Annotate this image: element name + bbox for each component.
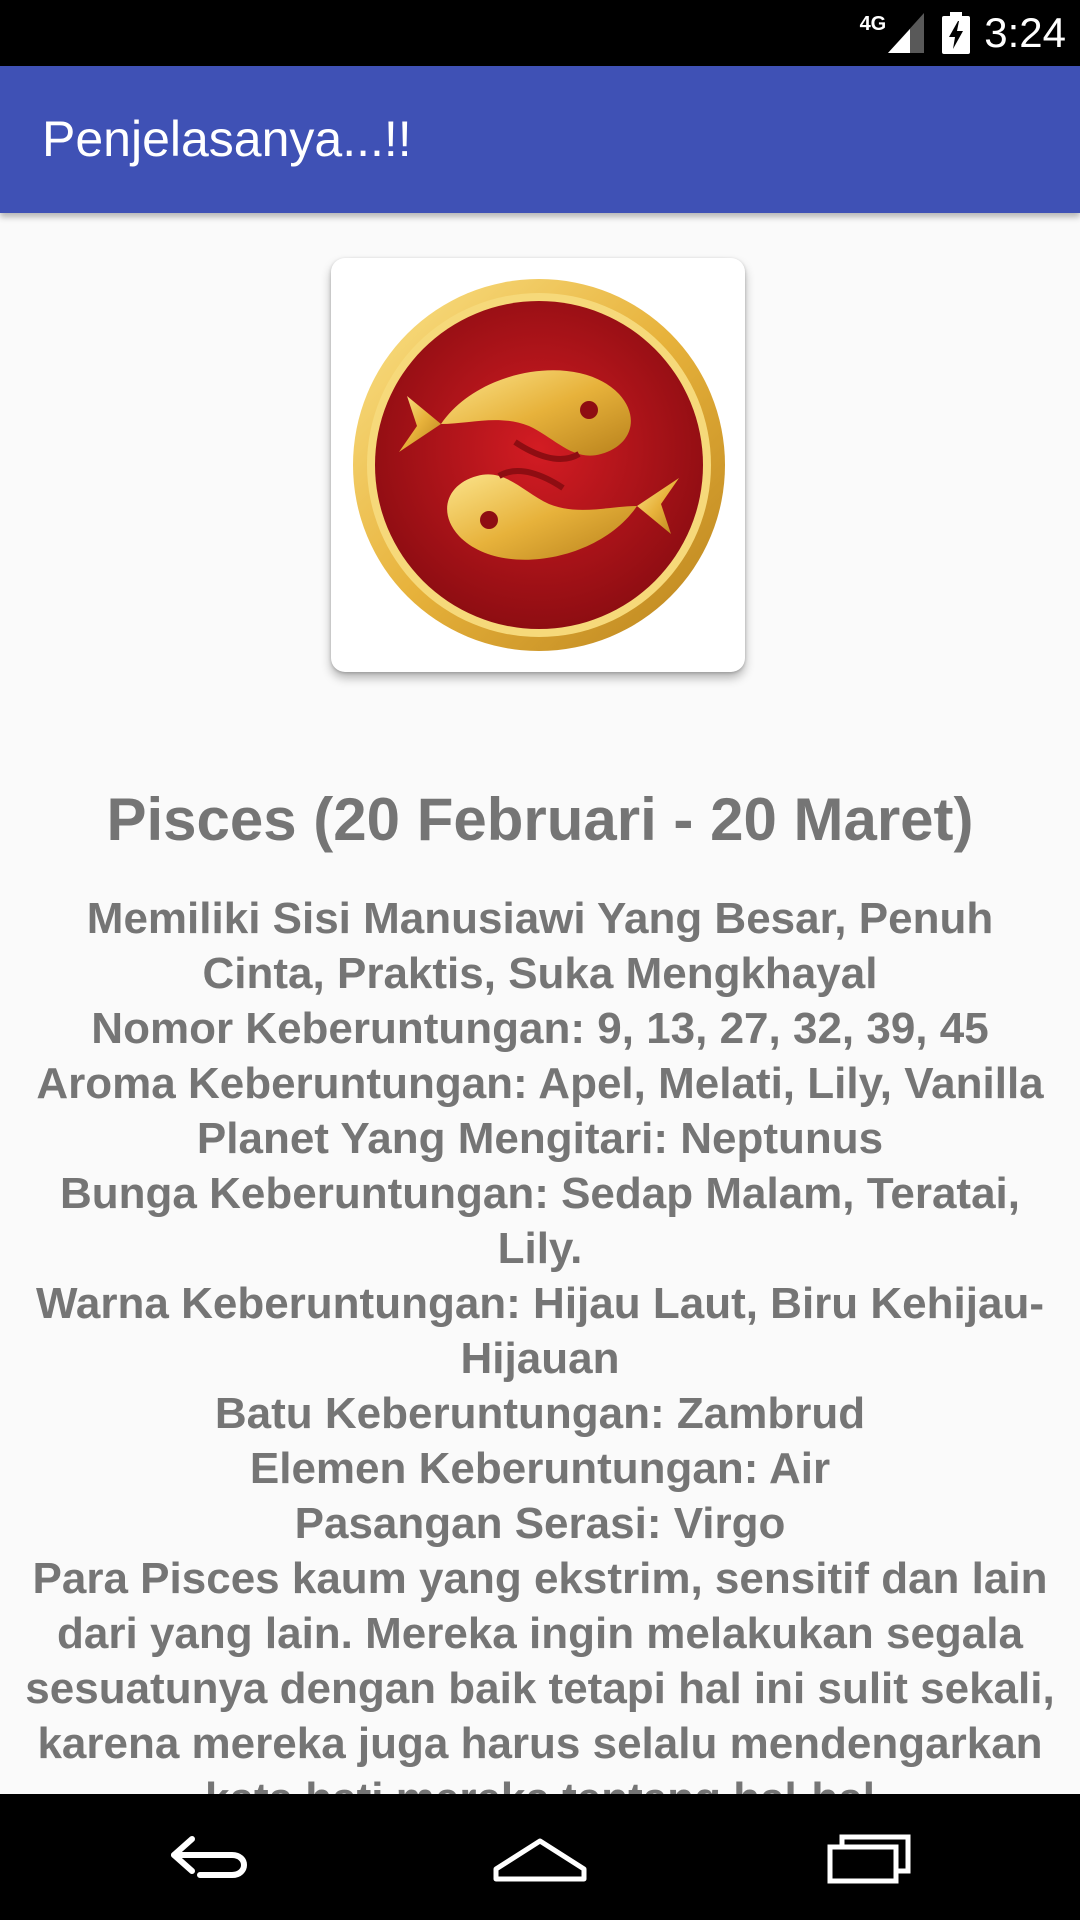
detail-content[interactable]: Pisces (20 Februari - 20 Maret) Memiliki… — [0, 213, 1080, 1794]
battery-charging-icon — [942, 12, 971, 54]
network-type-label: 4G — [859, 12, 887, 35]
status-icons: 4G 3:24 — [859, 9, 1066, 56]
zodiac-heading: Pisces (20 Februari - 20 Maret) — [106, 786, 974, 853]
status-time: 3:24 — [984, 9, 1066, 56]
zodiac-image-card — [331, 258, 745, 672]
app-bar: Penjelasanya...!! — [0, 66, 1080, 213]
recents-button[interactable] — [810, 1822, 930, 1892]
recents-icon — [827, 1834, 911, 1884]
status-bar: 4G 3:24 — [0, 0, 1080, 66]
back-button[interactable] — [150, 1822, 270, 1892]
navigation-bar — [0, 1794, 1080, 1920]
back-icon — [171, 1836, 247, 1878]
home-button[interactable] — [480, 1822, 600, 1892]
pisces-icon — [353, 279, 725, 651]
app-bar-title: Penjelasanya...!! — [42, 111, 412, 167]
home-icon — [493, 1838, 587, 1882]
zodiac-description: Memiliki Sisi Manusiawi Yang Besar, Penu… — [25, 894, 1055, 1794]
signal-icon — [888, 13, 925, 53]
